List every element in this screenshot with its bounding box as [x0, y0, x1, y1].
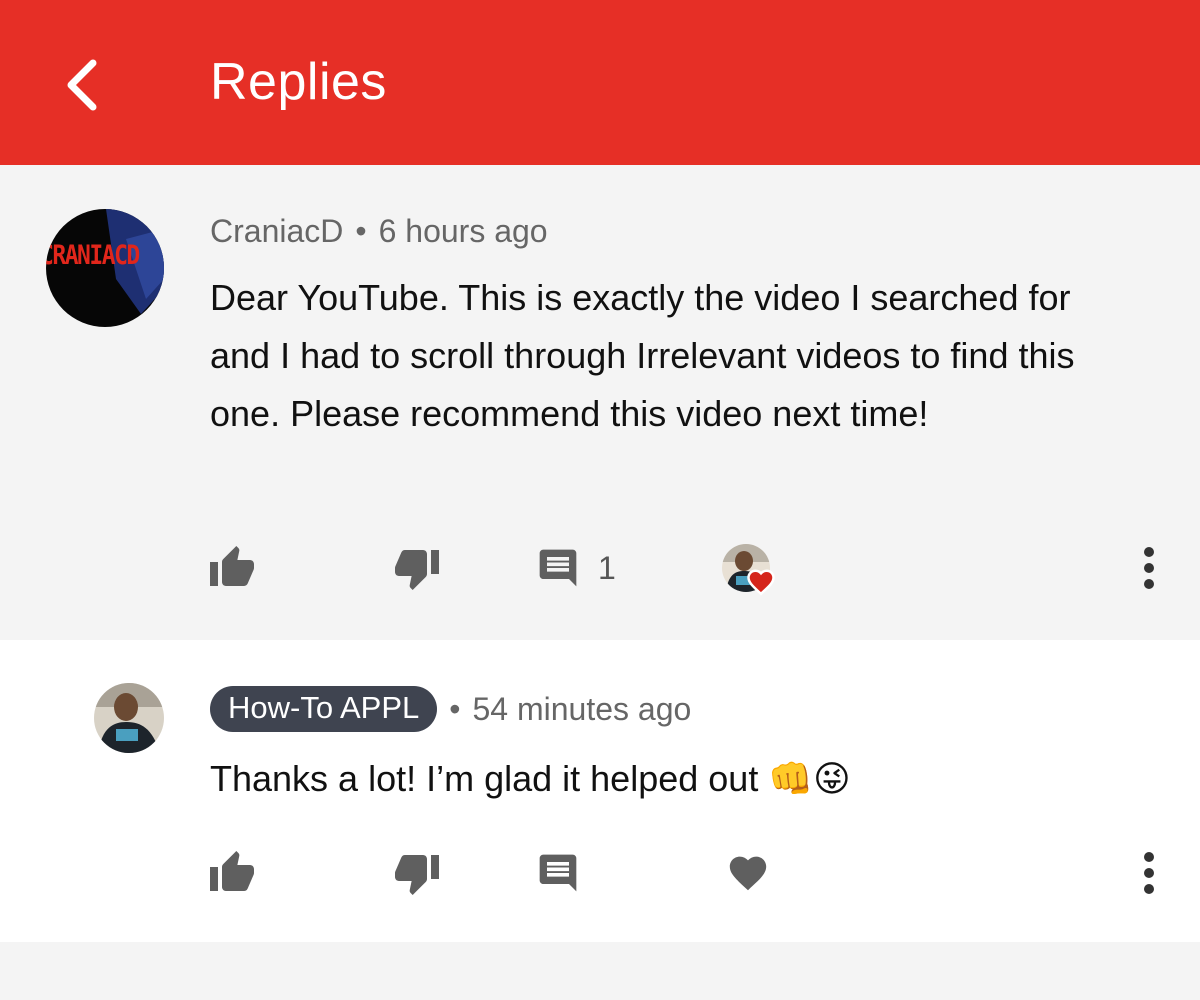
reply-text-content: Thanks a lot! I’m glad it helped out [210, 758, 759, 799]
thumbs-down-icon [395, 550, 439, 590]
creator-heart [722, 533, 775, 603]
avatar[interactable]: CRANIACD [46, 209, 164, 327]
reply-icon [539, 549, 577, 587]
back-button[interactable] [40, 40, 130, 130]
back-arrow-icon [67, 59, 97, 111]
timestamp[interactable]: 6 hours ago [379, 213, 548, 250]
creator-heart-icon [747, 569, 775, 596]
reply-icon [539, 854, 577, 892]
more-vertical-icon [1144, 852, 1154, 894]
list-end-area [0, 942, 1200, 1000]
reply-actions [0, 838, 1200, 908]
timestamp[interactable]: 54 minutes ago [472, 691, 691, 728]
reply-item: How-To APPL • 54 minutes ago Thanks a lo… [0, 640, 1200, 942]
dislike-button[interactable] [393, 838, 441, 908]
reply-count: 1 [598, 549, 616, 586]
like-button[interactable] [208, 838, 256, 908]
thumbs-up-icon [210, 851, 254, 891]
avatar-logo-text: CRANIACD [46, 241, 140, 271]
avatar-image [94, 683, 164, 753]
like-button[interactable] [208, 533, 256, 603]
meta-separator: • [355, 213, 367, 249]
reply-button[interactable] [536, 838, 580, 908]
reply-meta: How-To APPL • 54 minutes ago [210, 686, 691, 732]
more-options-button[interactable] [1134, 533, 1164, 603]
avatar[interactable] [94, 683, 164, 753]
app-bar: Replies [0, 0, 1200, 165]
thumbs-down-icon [395, 855, 439, 895]
creator-avatar [722, 544, 775, 596]
meta-separator: • [449, 690, 461, 727]
comment-actions: 1 [0, 533, 1200, 603]
thumbs-up-icon [210, 546, 254, 586]
author-name[interactable]: CraniacD [210, 213, 343, 250]
reply-emoji: 👊😜 [768, 758, 851, 799]
dislike-button[interactable] [393, 533, 441, 603]
creator-author-badge[interactable]: How-To APPL [210, 686, 438, 732]
heart-button[interactable] [726, 838, 770, 908]
more-vertical-icon [1144, 547, 1154, 589]
reply-text: Thanks a lot! I’m glad it helped out 👊😜 [210, 750, 1140, 808]
page-title: Replies [210, 53, 387, 111]
comment-meta: CraniacD • 6 hours ago [210, 213, 548, 250]
reply-button[interactable]: 1 [536, 533, 616, 603]
comment-text: Dear YouTube. This is exactly the video … [210, 277, 1075, 434]
more-options-button[interactable] [1134, 838, 1164, 908]
comment-thread: CRANIACD CraniacD • 6 hours ago Dear You… [0, 165, 1200, 640]
heart-icon [729, 856, 767, 891]
